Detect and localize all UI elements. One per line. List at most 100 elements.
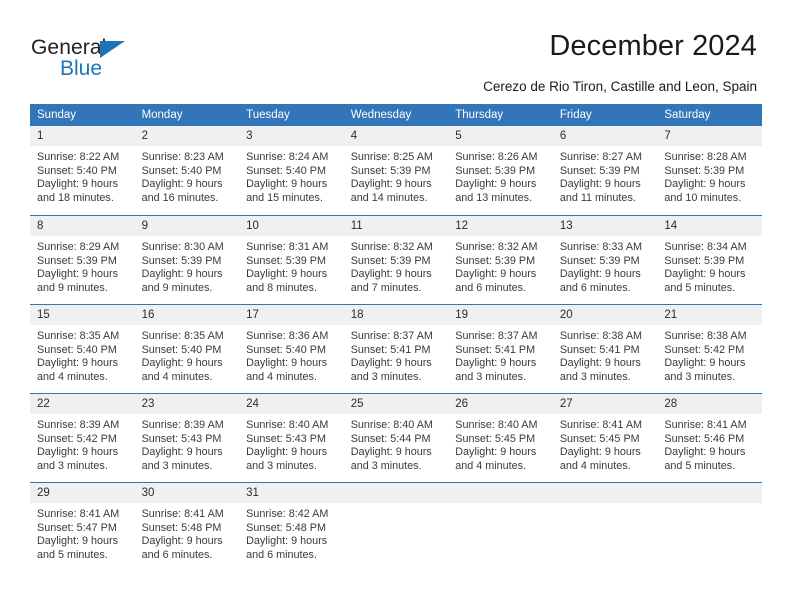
daylight-text-line1: Daylight: 9 hours — [664, 178, 746, 191]
daylight-text-line2: and 5 minutes. — [664, 459, 736, 472]
sunset-text: Sunset: 5:47 PM — [37, 521, 117, 534]
calendar-day-cell[interactable]: 10 Sunrise: 8:31 AM Sunset: 5:39 PM Dayligh… — [239, 215, 344, 304]
calendar-day-cell[interactable]: 3 Sunrise: 8:24 AM Sunset: 5:40 PM Daylight… — [239, 126, 344, 215]
sunrise-text: Sunrise: 8:35 AM — [141, 330, 224, 342]
sunrise-text: Sunrise: 8:27 AM — [559, 151, 643, 163]
daylight-text-line2: and 8 minutes. — [246, 281, 317, 294]
calendar-day-cell[interactable]: 9 Sunrise: 8:30 AM Sunset: 5:39 PM Daylight… — [134, 215, 240, 304]
calendar-day-cell[interactable]: 22 Sunrise: 8:39 AM Sunset: 5:42 PM Dayligh… — [30, 393, 135, 482]
calendar-day-cell[interactable]: 2 Sunrise: 8:23 AM Sunset: 5:40 PM Daylight… — [134, 126, 240, 215]
calendar-day-cell[interactable]: 20 Sunrise: 8:38 AM Sunset: 5:41 PM Dayligh… — [552, 304, 658, 393]
calendar-page: General Blue December 2024 Cerezo de Rio… — [0, 0, 792, 612]
sunrise-text: Sunrise: 8:40 AM — [350, 419, 433, 431]
sunrise-text: Sunrise: 8:41 AM — [664, 419, 747, 431]
daylight-text-line1: Daylight: 9 hours — [350, 268, 432, 281]
calendar-day-cell[interactable]: 19 Sunrise: 8:37 AM Sunset: 5:41 PM Dayligh… — [448, 304, 553, 393]
day-number: 2 — [134, 126, 240, 146]
sunrise-text: Sunrise: 8:34 AM — [664, 241, 747, 253]
sunset-text: Sunset: 5:39 PM — [141, 254, 222, 267]
day-details: Sunrise: 8:27 AM Sunset: 5:39 PM Daylight:… — [553, 146, 658, 205]
daylight-text-line2: and 3 minutes. — [664, 370, 736, 383]
calendar-day-cell[interactable]: 12 Sunrise: 8:32 AM Sunset: 5:39 PM Dayligh… — [448, 215, 553, 304]
day-number: 30 — [134, 483, 240, 503]
daylight-text-line2: and 14 minutes. — [350, 191, 428, 204]
day-number: 3 — [239, 126, 344, 146]
day-number: 10 — [239, 216, 344, 236]
calendar-day-cell[interactable]: 28 Sunrise: 8:41 AM Sunset: 5:46 PM Dayligh… — [657, 393, 762, 482]
sunset-text: Sunset: 5:39 PM — [559, 164, 640, 177]
daylight-text-line2: and 6 minutes. — [455, 281, 527, 294]
calendar-day-cell[interactable]: 7 Sunrise: 8:28 AM Sunset: 5:39 PM Daylight… — [657, 126, 762, 215]
calendar-day-cell[interactable]: 24 Sunrise: 8:40 AM Sunset: 5:43 PM Dayligh… — [239, 393, 344, 482]
calendar-day-cell[interactable]: 11 Sunrise: 8:32 AM Sunset: 5:39 PM Dayligh… — [343, 215, 449, 304]
day-details: Sunrise: 8:37 AM Sunset: 5:41 PM Daylight:… — [344, 325, 449, 384]
sunset-text: Sunset: 5:39 PM — [37, 254, 117, 267]
daylight-text-line1: Daylight: 9 hours — [559, 357, 641, 370]
sunrise-text: Sunrise: 8:24 AM — [246, 151, 329, 163]
calendar-day-cell[interactable]: 27 Sunrise: 8:41 AM Sunset: 5:45 PM Dayligh… — [552, 393, 658, 482]
sunset-text: Sunset: 5:39 PM — [455, 254, 536, 267]
sunset-text: Sunset: 5:48 PM — [141, 521, 222, 534]
calendar-day-cell[interactable]: 16 Sunrise: 8:35 AM Sunset: 5:40 PM Dayligh… — [134, 304, 240, 393]
sunrise-text: Sunrise: 8:41 AM — [559, 419, 643, 431]
day-number: 7 — [657, 126, 762, 146]
calendar-day-cell[interactable]: 15 Sunrise: 8:35 AM Sunset: 5:40 PM Dayligh… — [30, 304, 135, 393]
sunset-text: Sunset: 5:42 PM — [664, 343, 745, 356]
daylight-text-line1: Daylight: 9 hours — [664, 268, 746, 281]
calendar-day-cell[interactable]: 23 Sunrise: 8:39 AM Sunset: 5:43 PM Dayligh… — [134, 393, 240, 482]
calendar-day-cell[interactable]: 6 Sunrise: 8:27 AM Sunset: 5:39 PM Daylight… — [552, 126, 658, 215]
calendar-day-cell[interactable]: 26 Sunrise: 8:40 AM Sunset: 5:45 PM Dayligh… — [448, 393, 553, 482]
sunset-text: Sunset: 5:40 PM — [141, 164, 222, 177]
calendar-day-cell[interactable]: 17 Sunrise: 8:36 AM Sunset: 5:40 PM Dayligh… — [239, 304, 344, 393]
weekday-header-sunday: Sunday — [30, 104, 135, 126]
calendar-day-cell[interactable]: 14 Sunrise: 8:34 AM Sunset: 5:39 PM Dayligh… — [657, 215, 762, 304]
calendar-day-cell[interactable]: 21 Sunrise: 8:38 AM Sunset: 5:42 PM Dayligh… — [657, 304, 762, 393]
day-number: 29 — [30, 483, 135, 503]
calendar-day-cell[interactable]: 13 Sunrise: 8:33 AM Sunset: 5:39 PM Dayligh… — [552, 215, 658, 304]
day-details: Sunrise: 8:24 AM Sunset: 5:40 PM Daylight:… — [239, 146, 344, 205]
day-details: Sunrise: 8:38 AM Sunset: 5:42 PM Daylight:… — [657, 325, 762, 384]
daylight-text-line2: and 4 minutes. — [455, 459, 527, 472]
daylight-text-line1: Daylight: 9 hours — [37, 535, 119, 548]
daylight-text-line1: Daylight: 9 hours — [455, 268, 537, 281]
day-number: 19 — [448, 305, 553, 325]
calendar-day-cell[interactable]: 8 Sunrise: 8:29 AM Sunset: 5:39 PM Daylight… — [30, 215, 135, 304]
calendar-day-cell[interactable]: 29 Sunrise: 8:41 AM Sunset: 5:47 PM Dayligh… — [30, 482, 135, 571]
calendar-day-cell[interactable]: 5 Sunrise: 8:26 AM Sunset: 5:39 PM Daylight… — [448, 126, 553, 215]
sunrise-text: Sunrise: 8:33 AM — [559, 241, 643, 253]
calendar-day-cell[interactable]: 1 Sunrise: 8:22 AM Sunset: 5:40 PM Daylight… — [30, 126, 135, 215]
day-details: Sunrise: 8:31 AM Sunset: 5:39 PM Daylight:… — [239, 236, 344, 295]
sunrise-text: Sunrise: 8:38 AM — [559, 330, 643, 342]
calendar-day-cell[interactable]: 25 Sunrise: 8:40 AM Sunset: 5:44 PM Dayligh… — [343, 393, 449, 482]
calendar-body: 1 Sunrise: 8:22 AM Sunset: 5:40 PM Daylight… — [30, 126, 762, 571]
daylight-text-line2: and 6 minutes. — [141, 548, 213, 561]
day-details: Sunrise: 8:26 AM Sunset: 5:39 PM Daylight:… — [448, 146, 553, 205]
day-number: 28 — [657, 394, 762, 414]
daylight-text-line2: and 6 minutes. — [559, 281, 631, 294]
daylight-text-line2: and 4 minutes. — [141, 370, 213, 383]
sunrise-text: Sunrise: 8:40 AM — [455, 419, 538, 431]
sunset-text: Sunset: 5:41 PM — [350, 343, 431, 356]
day-number: 6 — [552, 126, 658, 146]
day-number: 15 — [30, 305, 135, 325]
sunset-text: Sunset: 5:46 PM — [664, 432, 745, 445]
sunset-text: Sunset: 5:39 PM — [455, 164, 536, 177]
calendar-day-cell[interactable]: 31 Sunrise: 8:42 AM Sunset: 5:48 PM Dayligh… — [239, 482, 344, 571]
daylight-text-line2: and 4 minutes. — [559, 459, 631, 472]
daylight-text-line2: and 4 minutes. — [246, 370, 317, 383]
weekday-header-saturday: Saturday — [657, 104, 762, 126]
daylight-text-line2: and 3 minutes. — [350, 370, 422, 383]
day-details: Sunrise: 8:35 AM Sunset: 5:40 PM Daylight:… — [30, 325, 135, 384]
day-number: 12 — [448, 216, 553, 236]
calendar-day-cell[interactable]: 4 Sunrise: 8:25 AM Sunset: 5:39 PM Daylight… — [343, 126, 449, 215]
day-details: Sunrise: 8:30 AM Sunset: 5:39 PM Daylight:… — [135, 236, 240, 295]
day-number: 18 — [343, 305, 449, 325]
day-number: 21 — [657, 305, 762, 325]
sunrise-text: Sunrise: 8:41 AM — [37, 508, 120, 520]
calendar-day-cell[interactable]: 18 Sunrise: 8:37 AM Sunset: 5:41 PM Dayligh… — [343, 304, 449, 393]
calendar-day-cell-empty — [448, 482, 553, 571]
sunrise-text: Sunrise: 8:31 AM — [246, 241, 329, 253]
calendar-day-cell[interactable]: 30 Sunrise: 8:41 AM Sunset: 5:48 PM Dayligh… — [134, 482, 240, 571]
weekday-header-monday: Monday — [134, 104, 240, 126]
daylight-text-line1: Daylight: 9 hours — [37, 268, 119, 281]
